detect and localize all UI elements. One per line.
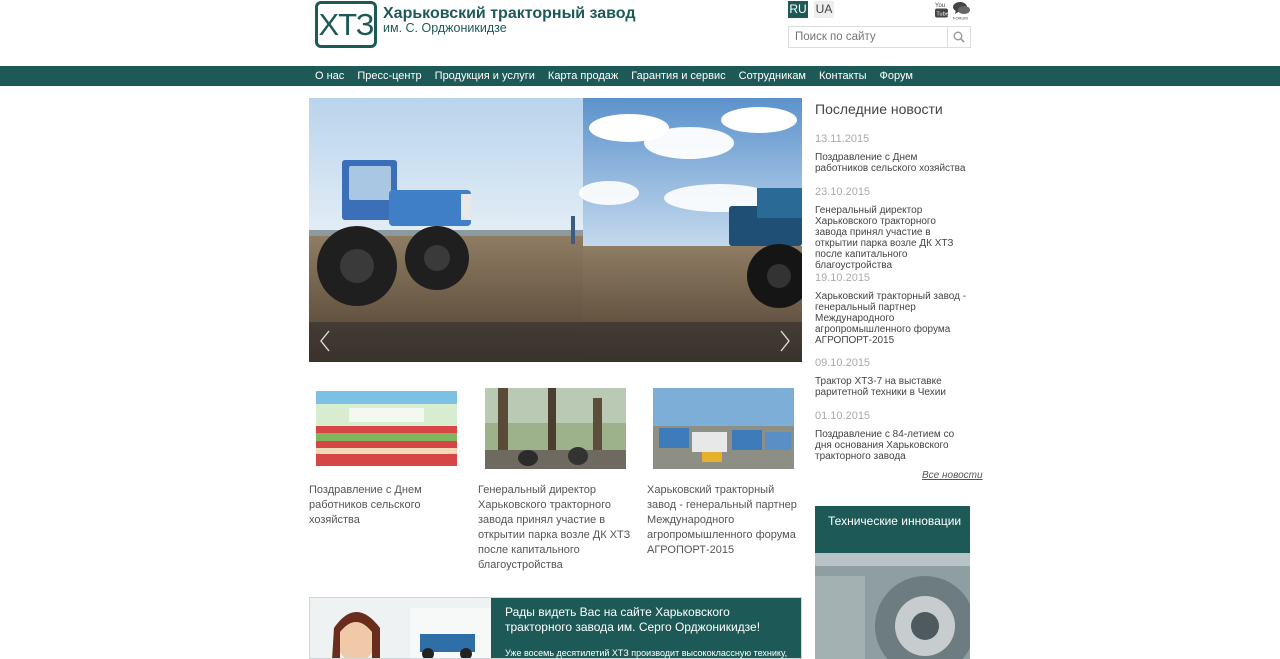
slider-prev-button[interactable]: [318, 330, 332, 352]
search-icon: [953, 31, 965, 43]
thumb-caption-1[interactable]: Поздравление с Днем работников сельского…: [309, 483, 464, 528]
svg-text:Tube: Tube: [936, 12, 948, 18]
news-date: 13.11.2015: [815, 133, 870, 145]
news-date: 19.10.2015: [815, 272, 871, 284]
welcome-photo: [310, 598, 491, 658]
nav-item-forum[interactable]: Форум: [880, 66, 913, 86]
latest-news-heading: Последние новости: [815, 101, 943, 117]
slider-next-button[interactable]: [778, 330, 792, 352]
thumb-image-3: [653, 388, 794, 469]
hero-slider[interactable]: [309, 98, 802, 362]
news-date: 23.10.2015: [815, 186, 871, 198]
thumb-image-1: [316, 391, 457, 466]
news-link[interactable]: Харьковский тракторный завод - генеральн…: [815, 291, 970, 346]
logo-text: ХТЗ: [318, 7, 375, 42]
nav-item-about[interactable]: О нас: [315, 66, 344, 86]
nav-item-products[interactable]: Продукция и услуги: [435, 66, 535, 86]
welcome-title: Рады видеть Вас на сайте Харьковского тр…: [505, 605, 761, 634]
thumb-caption-3[interactable]: Харьковский тракторный завод - генеральн…: [647, 483, 802, 558]
news-thumb-2[interactable]: [478, 388, 633, 469]
nav-item-press[interactable]: Пресс-центр: [357, 66, 421, 86]
news-link[interactable]: Трактор ХТЗ-7 на выставке раритетной тех…: [815, 376, 970, 398]
search-input[interactable]: [789, 27, 947, 47]
site-subtitle: им. С. Орджоникидзе: [383, 21, 507, 35]
thumb-caption-2[interactable]: Генеральный директор Харьковского тракто…: [478, 483, 633, 573]
all-news-link[interactable]: Все новости: [922, 470, 983, 481]
search-box: [788, 26, 971, 48]
svg-text:You: You: [935, 3, 945, 9]
youtube-icon[interactable]: You Tube: [935, 1, 948, 18]
welcome-panel: Рады видеть Вас на сайте Харьковского тр…: [491, 598, 801, 658]
news-date: 01.10.2015: [815, 410, 871, 422]
news-link[interactable]: Поздравление с Днем работников сельского…: [815, 152, 970, 174]
news-link[interactable]: Генеральный директор Харьковского тракто…: [815, 205, 970, 271]
nav-item-employees[interactable]: Сотрудникам: [739, 66, 806, 86]
nav-items: О нас Пресс-центр Продукция и услуги Кар…: [315, 66, 913, 86]
news-date: 09.10.2015: [815, 357, 871, 369]
search-button[interactable]: [947, 27, 970, 47]
slider-image: [309, 98, 802, 362]
nav-item-contacts[interactable]: Контакты: [819, 66, 867, 86]
lang-ru-button[interactable]: RU: [788, 1, 808, 18]
nav-item-sales-map[interactable]: Карта продаж: [548, 66, 618, 86]
news-link[interactable]: Поздравление с 84-летием со дня основани…: [815, 429, 970, 462]
innovations-banner[interactable]: Технические инновации: [815, 506, 970, 659]
site-logo[interactable]: ХТЗ: [315, 1, 377, 48]
lang-ua-button[interactable]: UA: [814, 1, 834, 18]
nav-item-warranty[interactable]: Гарантия и сервис: [631, 66, 725, 86]
page: ХТЗ Харьковский тракторный завод им. С. …: [0, 0, 1280, 659]
forum-icon[interactable]: FORUM: [952, 1, 971, 20]
svg-text:FORUM: FORUM: [953, 16, 968, 21]
thumb-image-2: [485, 388, 626, 469]
main-nav: О нас Пресс-центр Продукция и услуги Кар…: [0, 66, 1280, 86]
welcome-text: Уже восемь десятилетий ХТЗ производит вы…: [505, 648, 788, 658]
innovations-heading: Технические инновации: [815, 506, 970, 553]
news-thumb-1[interactable]: [309, 388, 464, 469]
welcome-image: [310, 598, 491, 658]
welcome-block: Рады видеть Вас на сайте Харьковского тр…: [309, 597, 802, 659]
news-thumb-3[interactable]: [647, 388, 802, 469]
